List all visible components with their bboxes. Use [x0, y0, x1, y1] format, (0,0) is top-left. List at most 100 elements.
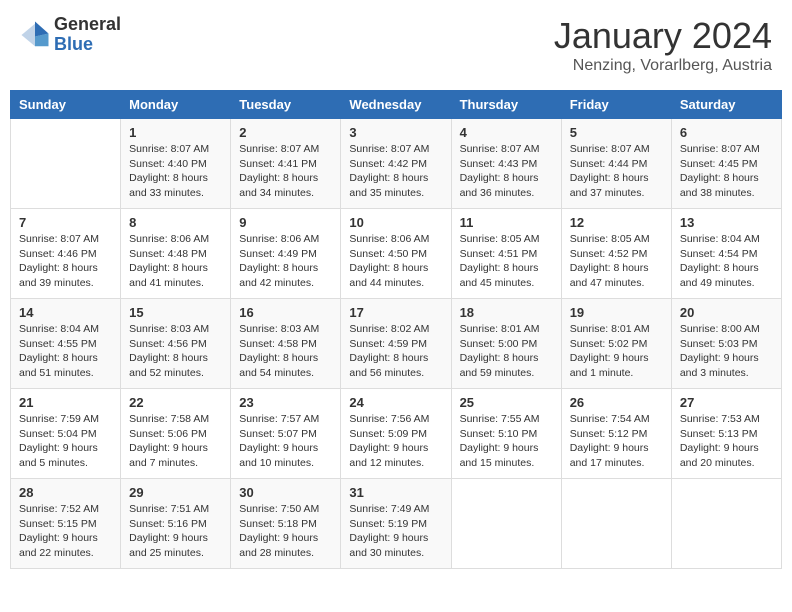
day-number: 18: [460, 305, 553, 320]
day-detail: Sunrise: 8:00 AMSunset: 5:03 PMDaylight:…: [680, 322, 773, 381]
day-cell: 6Sunrise: 8:07 AMSunset: 4:45 PMDaylight…: [671, 119, 781, 209]
header-cell-friday: Friday: [561, 91, 671, 119]
day-detail: Sunrise: 8:04 AMSunset: 4:54 PMDaylight:…: [680, 232, 773, 291]
calendar-header: SundayMondayTuesdayWednesdayThursdayFrid…: [11, 91, 782, 119]
day-number: 5: [570, 125, 663, 140]
day-detail: Sunrise: 8:02 AMSunset: 4:59 PMDaylight:…: [349, 322, 442, 381]
day-detail: Sunrise: 8:06 AMSunset: 4:48 PMDaylight:…: [129, 232, 222, 291]
week-row-0: 1 Sunrise: 8:07 AMSunset: 4:40 PMDaylight…: [11, 119, 782, 209]
calendar-body: 1 Sunrise: 8:07 AMSunset: 4:40 PMDaylight…: [11, 119, 782, 569]
day-number: 30: [239, 485, 332, 500]
day-number: 25: [460, 395, 553, 410]
day-detail: Sunrise: 7:59 AMSunset: 5:04 PMDaylight:…: [19, 412, 112, 471]
day-cell: 4 Sunrise: 8:07 AMSunset: 4:43 PMDaylight…: [451, 119, 561, 209]
header-row: SundayMondayTuesdayWednesdayThursdayFrid…: [11, 91, 782, 119]
day-detail: Sunrise: 7:54 AMSunset: 5:12 PMDaylight:…: [570, 412, 663, 471]
day-cell: 5 Sunrise: 8:07 AMSunset: 4:44 PMDaylight…: [561, 119, 671, 209]
day-number: 31: [349, 485, 442, 500]
day-cell: 2 Sunrise: 8:07 AMSunset: 4:41 PMDaylight…: [231, 119, 341, 209]
day-detail: Sunrise: 8:01 AMSunset: 5:02 PMDaylight:…: [570, 322, 663, 381]
day-cell: 27 Sunrise: 7:53 AMSunset: 5:13 PMDayligh…: [671, 389, 781, 479]
calendar-table: SundayMondayTuesdayWednesdayThursdayFrid…: [10, 90, 782, 569]
day-number: 4: [460, 125, 553, 140]
day-detail: Sunrise: 7:56 AMSunset: 5:09 PMDaylight:…: [349, 412, 442, 471]
day-detail: Sunrise: 8:07 AMSunset: 4:45 PMDaylight:…: [680, 142, 773, 201]
day-cell: [451, 479, 561, 569]
day-number: 15: [129, 305, 222, 320]
day-detail: Sunrise: 8:06 AMSunset: 4:50 PMDaylight:…: [349, 232, 442, 291]
month-title: January 2024: [554, 15, 772, 57]
week-row-4: 28 Sunrise: 7:52 AMSunset: 5:15 PMDayligh…: [11, 479, 782, 569]
day-number: 8: [129, 215, 222, 230]
header-cell-tuesday: Tuesday: [231, 91, 341, 119]
day-detail: Sunrise: 7:50 AMSunset: 5:18 PMDaylight:…: [239, 502, 332, 561]
week-row-3: 21Sunrise: 7:59 AMSunset: 5:04 PMDayligh…: [11, 389, 782, 479]
day-number: 7: [19, 215, 112, 230]
day-number: 16: [239, 305, 332, 320]
day-detail: Sunrise: 8:07 AMSunset: 4:43 PMDaylight:…: [460, 142, 553, 201]
day-number: 26: [570, 395, 663, 410]
day-cell: 19 Sunrise: 8:01 AMSunset: 5:02 PMDayligh…: [561, 299, 671, 389]
day-cell: 26 Sunrise: 7:54 AMSunset: 5:12 PMDayligh…: [561, 389, 671, 479]
header-cell-sunday: Sunday: [11, 91, 121, 119]
day-cell: 18 Sunrise: 8:01 AMSunset: 5:00 PMDayligh…: [451, 299, 561, 389]
day-number: 28: [19, 485, 112, 500]
header-cell-monday: Monday: [121, 91, 231, 119]
header-cell-thursday: Thursday: [451, 91, 561, 119]
day-number: 2: [239, 125, 332, 140]
day-number: 19: [570, 305, 663, 320]
day-detail: Sunrise: 8:06 AMSunset: 4:49 PMDaylight:…: [239, 232, 332, 291]
day-detail: Sunrise: 8:01 AMSunset: 5:00 PMDaylight:…: [460, 322, 553, 381]
day-number: 17: [349, 305, 442, 320]
day-cell: 20 Sunrise: 8:00 AMSunset: 5:03 PMDayligh…: [671, 299, 781, 389]
logo-icon: [20, 20, 50, 50]
day-number: 10: [349, 215, 442, 230]
day-cell: 3Sunrise: 8:07 AMSunset: 4:42 PMDaylight…: [341, 119, 451, 209]
day-number: 22: [129, 395, 222, 410]
day-number: 20: [680, 305, 773, 320]
day-cell: 15Sunrise: 8:03 AMSunset: 4:56 PMDayligh…: [121, 299, 231, 389]
title-area: January 2024 Nenzing, Vorarlberg, Austri…: [554, 15, 772, 75]
day-cell: 14 Sunrise: 8:04 AMSunset: 4:55 PMDayligh…: [11, 299, 121, 389]
day-detail: Sunrise: 8:07 AMSunset: 4:41 PMDaylight:…: [239, 142, 332, 201]
day-cell: 29 Sunrise: 7:51 AMSunset: 5:16 PMDayligh…: [121, 479, 231, 569]
day-cell: 28 Sunrise: 7:52 AMSunset: 5:15 PMDayligh…: [11, 479, 121, 569]
day-number: 11: [460, 215, 553, 230]
day-detail: Sunrise: 8:05 AMSunset: 4:51 PMDaylight:…: [460, 232, 553, 291]
day-cell: 30 Sunrise: 7:50 AMSunset: 5:18 PMDayligh…: [231, 479, 341, 569]
day-detail: Sunrise: 7:57 AMSunset: 5:07 PMDaylight:…: [239, 412, 332, 471]
day-number: 12: [570, 215, 663, 230]
day-detail: Sunrise: 7:58 AMSunset: 5:06 PMDaylight:…: [129, 412, 222, 471]
week-row-2: 14 Sunrise: 8:04 AMSunset: 4:55 PMDayligh…: [11, 299, 782, 389]
day-cell: [671, 479, 781, 569]
day-detail: Sunrise: 7:53 AMSunset: 5:13 PMDaylight:…: [680, 412, 773, 471]
day-detail: Sunrise: 8:07 AMSunset: 4:42 PMDaylight:…: [349, 142, 442, 201]
day-number: 27: [680, 395, 773, 410]
logo: General Blue: [20, 15, 121, 55]
day-detail: Sunrise: 8:07 AMSunset: 4:40 PMDaylight:…: [129, 142, 222, 201]
day-detail: Sunrise: 7:49 AMSunset: 5:19 PMDaylight:…: [349, 502, 442, 561]
day-cell: 22 Sunrise: 7:58 AMSunset: 5:06 PMDayligh…: [121, 389, 231, 479]
day-cell: 1 Sunrise: 8:07 AMSunset: 4:40 PMDaylight…: [121, 119, 231, 209]
day-cell: 25Sunrise: 7:55 AMSunset: 5:10 PMDayligh…: [451, 389, 561, 479]
day-detail: Sunrise: 8:07 AMSunset: 4:46 PMDaylight:…: [19, 232, 112, 291]
day-number: 14: [19, 305, 112, 320]
day-cell: 17 Sunrise: 8:02 AMSunset: 4:59 PMDayligh…: [341, 299, 451, 389]
day-detail: Sunrise: 7:51 AMSunset: 5:16 PMDaylight:…: [129, 502, 222, 561]
day-cell: 12 Sunrise: 8:05 AMSunset: 4:52 PMDayligh…: [561, 209, 671, 299]
day-number: 29: [129, 485, 222, 500]
day-cell: 9 Sunrise: 8:06 AMSunset: 4:49 PMDaylight…: [231, 209, 341, 299]
day-cell: [561, 479, 671, 569]
day-cell: [11, 119, 121, 209]
day-detail: Sunrise: 8:07 AMSunset: 4:44 PMDaylight:…: [570, 142, 663, 201]
day-number: 1: [129, 125, 222, 140]
day-detail: Sunrise: 8:04 AMSunset: 4:55 PMDaylight:…: [19, 322, 112, 381]
day-cell: 23Sunrise: 7:57 AMSunset: 5:07 PMDayligh…: [231, 389, 341, 479]
day-cell: 16Sunrise: 8:03 AMSunset: 4:58 PMDayligh…: [231, 299, 341, 389]
day-cell: 24 Sunrise: 7:56 AMSunset: 5:09 PMDayligh…: [341, 389, 451, 479]
day-cell: 31 Sunrise: 7:49 AMSunset: 5:19 PMDayligh…: [341, 479, 451, 569]
day-detail: Sunrise: 8:05 AMSunset: 4:52 PMDaylight:…: [570, 232, 663, 291]
day-detail: Sunrise: 7:52 AMSunset: 5:15 PMDaylight:…: [19, 502, 112, 561]
day-number: 9: [239, 215, 332, 230]
day-number: 24: [349, 395, 442, 410]
